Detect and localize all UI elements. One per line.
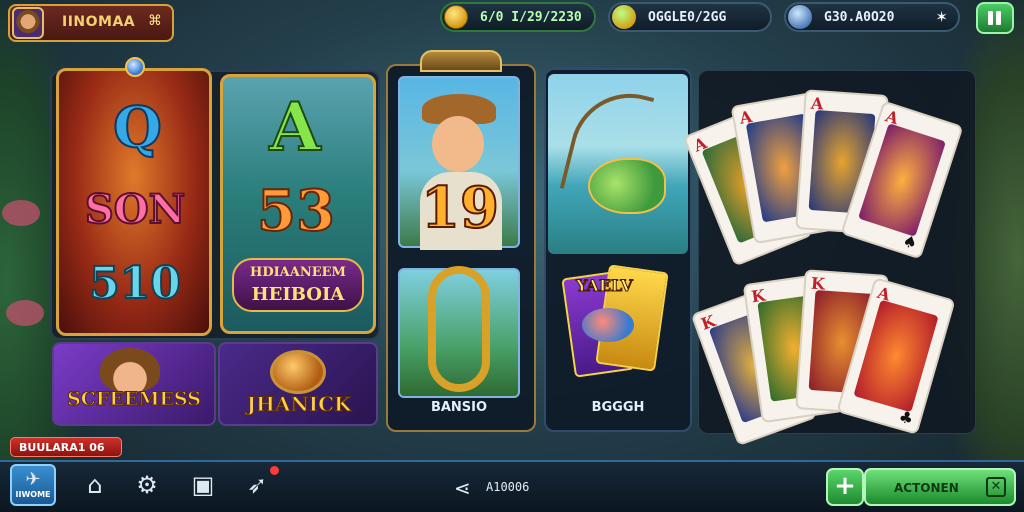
nav-home-active[interactable]: ✈ IIWOME (10, 464, 56, 506)
card-art (858, 123, 946, 237)
star-amount: G30.A0O20 (824, 10, 895, 25)
game-card-son-title: SON (84, 185, 186, 234)
gem-ornament-icon (125, 57, 145, 77)
game-card-a53-banner: HDIAANEEM HEIBOIA (232, 258, 364, 312)
player-name: IINOMAA (62, 14, 136, 30)
star-balance[interactable]: G30.A0O20 ✶ (784, 2, 960, 32)
game-card-son-number: 510 (88, 257, 182, 310)
nav-active-label: IIWOME (15, 490, 51, 499)
gem-amount: OGGLE0/2GG (648, 10, 727, 25)
explorer-game-caption: BANSIO (430, 400, 488, 415)
coin-balance[interactable]: 6/0 I/29/2230 (440, 2, 596, 32)
share-icon[interactable]: ⋖ (454, 476, 471, 500)
gem-balance[interactable]: OGGLE0/2GG (608, 2, 772, 32)
rocket-icon: ✈ (25, 469, 41, 490)
golden-eel-icon (428, 266, 490, 392)
pause-button[interactable] (976, 2, 1014, 34)
treasure-pot-icon (270, 350, 326, 394)
avatar[interactable] (12, 7, 44, 39)
explorer-face-icon (100, 348, 160, 392)
status-badge: BUULARA1 06 (10, 437, 122, 457)
close-icon[interactable]: ✕ (986, 477, 1006, 497)
card-suit: ♣ (896, 406, 916, 429)
sparkle-icon: ✶ (935, 8, 948, 26)
fish-cards-art: YAELV (561, 264, 669, 390)
card-rank: K (750, 285, 767, 307)
explorer-head (432, 116, 484, 172)
gear-icon[interactable]: ⚙ (128, 466, 166, 504)
flower-decoration (6, 300, 44, 326)
card-art (853, 299, 939, 413)
game-card-scfeemess-label: SCFEEMESS (67, 388, 202, 411)
panel-crest (420, 50, 502, 72)
gem-icon (612, 5, 636, 29)
banner-line-2: HEIBOIA (251, 284, 345, 305)
card-rank: A (883, 106, 901, 129)
card-rank: A (810, 93, 825, 114)
player-profile[interactable]: IINOMAA ⌘ (8, 4, 174, 42)
game-card-a53-top: A (268, 87, 321, 167)
game-card-jhanick-label: JHANICK (246, 392, 352, 417)
fishing-game-caption: BGGGH (591, 400, 645, 415)
banner-line-1: HDIAANEEM (250, 265, 346, 280)
notification-dot (270, 466, 279, 475)
action-button-label: ACTONEN (894, 481, 959, 495)
box-icon[interactable]: ▣ (184, 466, 222, 504)
mini-card-text: YAELV (576, 276, 634, 296)
coin-amount: 6/0 I/29/2230 (480, 10, 582, 25)
share-count: A10006 (486, 480, 530, 494)
game-card-son-top: Q (112, 94, 163, 162)
home-icon[interactable]: ⌂ (76, 466, 114, 504)
action-button[interactable]: ACTONEN ✕ (864, 468, 1016, 506)
profile-badge-icon: ⌘ (148, 13, 162, 29)
blue-orb-icon (788, 5, 812, 29)
game-card-a53-number: 53 (256, 177, 336, 245)
flower-decoration (2, 200, 40, 226)
fish-icon (588, 158, 666, 214)
card-rank: A (738, 106, 754, 128)
card-suit: ♠ (900, 230, 920, 254)
coin-icon (444, 5, 468, 29)
card-rank: K (810, 273, 826, 294)
add-button[interactable]: + (826, 468, 864, 506)
fish-icon (582, 308, 634, 342)
explorer-game-number: 19 (420, 174, 500, 242)
